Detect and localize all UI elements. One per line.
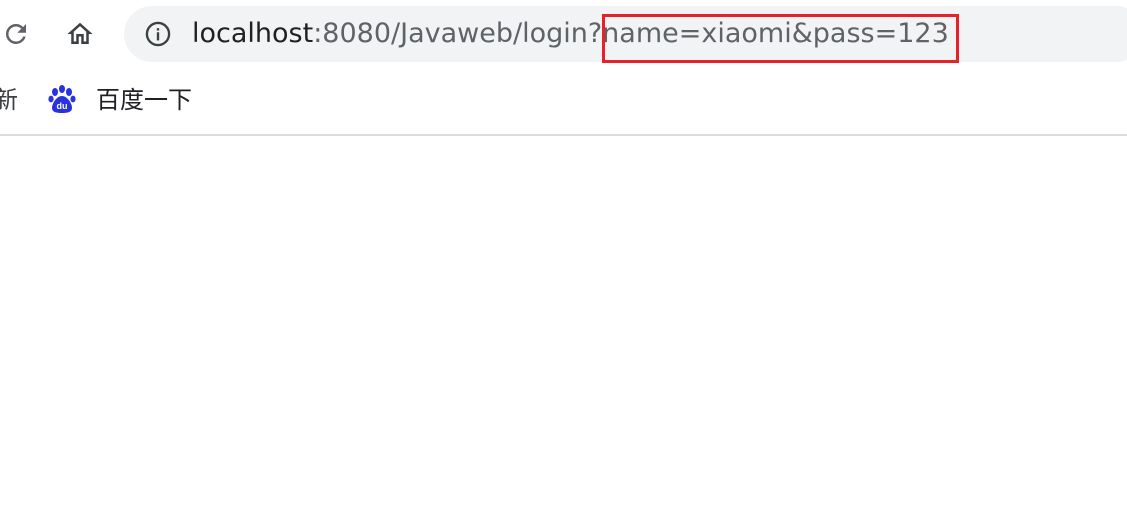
svg-text:du: du (57, 101, 68, 111)
bookmarks-bar: 新 du 百度一下 (0, 70, 1127, 136)
home-button[interactable] (60, 14, 100, 54)
baidu-paw-icon: du (48, 85, 76, 113)
reload-button[interactable] (0, 14, 36, 54)
browser-toolbar: localhost:8080/Javaweb/login?name=xiaomi… (0, 0, 1127, 70)
bookmark-baidu[interactable]: du 百度一下 (46, 82, 192, 118)
page-content (0, 136, 1127, 520)
bookmark-label: 百度一下 (96, 86, 192, 114)
query-highlight-box (602, 14, 959, 63)
reload-icon (5, 23, 27, 44)
info-icon[interactable] (144, 20, 172, 48)
url-host: localhost (192, 18, 314, 49)
home-icon (67, 22, 93, 44)
bookmark-partial-label[interactable]: 新 (0, 84, 18, 116)
